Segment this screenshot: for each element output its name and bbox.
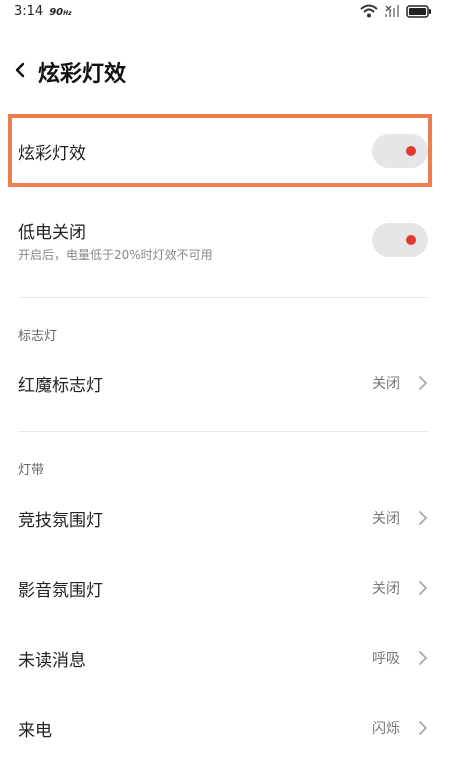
low-battery-off-toggle[interactable] [372,223,428,257]
divider [18,297,428,298]
toggle-on-dot [406,235,416,245]
battery-icon [406,4,432,18]
list-item-value-wrap: 关闭 [372,373,428,393]
signal-icon [384,4,400,18]
section-header-logo-light: 标志灯 [18,329,58,344]
list-item-incoming-call[interactable]: 来电 闪烁 [0,697,450,759]
list-item-logo-light[interactable]: 红魔标志灯 关闭 [0,352,450,414]
status-right [360,4,432,18]
list-item-label: 竞技氛围灯 [18,510,103,531]
low-battery-text: 低电关闭 开启后，电量低于20%时灯效不可用 [18,218,213,263]
status-left: 3:14 90Hz [14,4,72,19]
refresh-rate-indicator: 90Hz [49,7,71,18]
refresh-rate-unit: Hz [63,9,72,17]
back-button[interactable] [14,58,36,86]
list-item-label: 影音氛围灯 [18,580,103,601]
list-item-unread-messages[interactable]: 未读消息 呼吸 [0,627,450,689]
list-item-value-wrap: 闪烁 [372,718,428,738]
chevron-right-icon [418,510,428,526]
list-item-competitive-ambient[interactable]: 竞技氛围灯 关闭 [0,487,450,549]
chevron-right-icon [418,720,428,736]
low-battery-off-label: 低电关闭 [18,222,86,243]
low-battery-off-subtitle: 开启后，电量低于20%时灯效不可用 [18,247,213,262]
list-item-value: 关闭 [372,511,400,527]
list-item-value: 关闭 [372,581,400,597]
chevron-left-icon [14,61,26,83]
list-item-value: 闪烁 [372,721,400,737]
status-bar: 3:14 90Hz [0,0,450,22]
list-item-value-wrap: 关闭 [372,578,428,598]
list-item-label: 未读消息 [18,650,86,671]
list-item-label: 红魔标志灯 [18,375,103,396]
refresh-rate-value: 90 [49,6,64,18]
highlight-box [8,114,432,187]
list-item-media-ambient[interactable]: 影音氛围灯 关闭 [0,557,450,619]
section-header-light-strip: 灯带 [18,463,45,478]
status-time: 3:14 [14,3,44,19]
chevron-right-icon [418,375,428,391]
list-item-value: 呼吸 [372,651,400,667]
list-item-value: 关闭 [372,376,400,392]
wifi-icon [360,4,378,18]
page-title: 炫彩灯效 [38,62,127,87]
chevron-right-icon [418,650,428,666]
toggle-row-low-battery-off: 低电关闭 开启后，电量低于20%时灯效不可用 [0,205,450,275]
chevron-right-icon [418,580,428,596]
list-item-value-wrap: 关闭 [372,508,428,528]
page-header: 炫彩灯效 [14,52,126,92]
list-item-value-wrap: 呼吸 [372,648,428,668]
list-item-label: 来电 [18,720,52,741]
divider [18,431,428,432]
